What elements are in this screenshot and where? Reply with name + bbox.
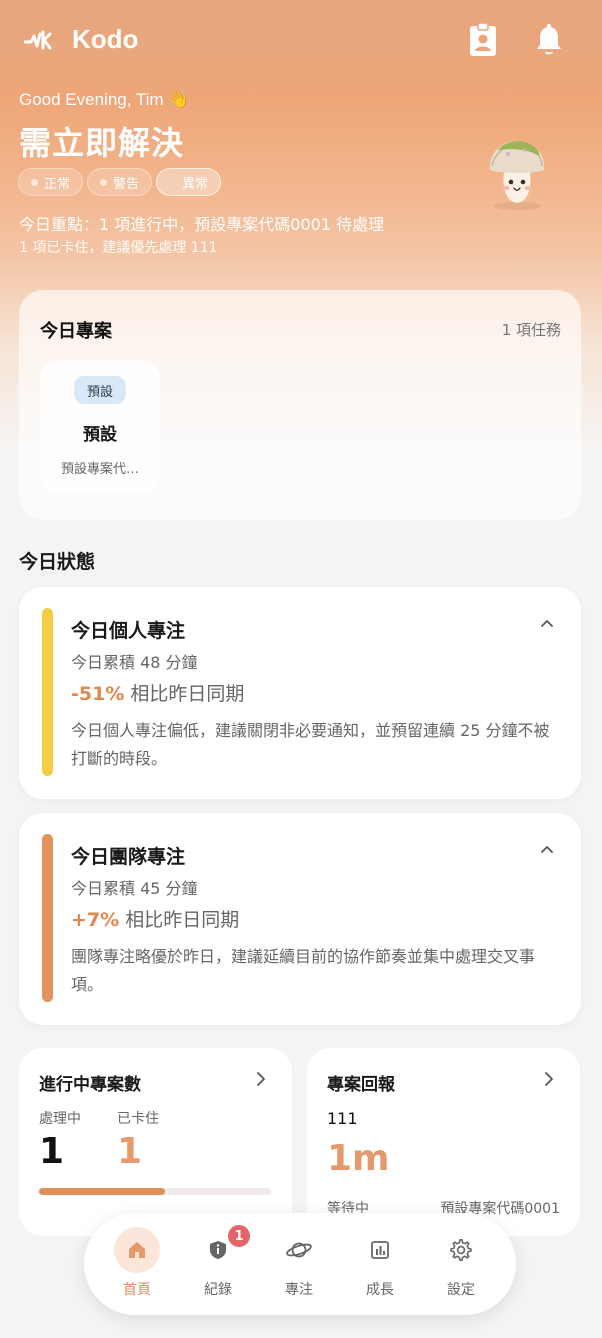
projects-card-title: 今日專案: [40, 321, 112, 342]
focus-advice: 今日個人專注偏低，建議關閉非必要通知，並預留連續 25 分鐘不被打斷的時段。: [71, 721, 550, 768]
focus-card-title: 今日團隊專注: [71, 846, 186, 868]
chip-warning[interactable]: 警告: [87, 168, 153, 196]
tab-home[interactable]: 首頁: [107, 1227, 167, 1303]
project-name: 預設: [83, 425, 117, 445]
report-title: 專案回報: [327, 1075, 395, 1095]
status-filter-chips: 正常 警告 異常: [18, 168, 222, 196]
bell-icon[interactable]: [533, 22, 565, 58]
project-tile[interactable]: 預設 預設 預設專案代…: [40, 360, 160, 494]
status-dot-icon: [169, 178, 177, 186]
status-section-title: 今日狀態: [19, 551, 96, 573]
mushroom-mascot-icon: [489, 140, 545, 210]
accent-bar: [42, 834, 53, 1002]
bottom-tab-bar: 首頁 1 紀錄 專注 成長 設定: [84, 1213, 516, 1315]
notification-badge: 1: [226, 1223, 252, 1249]
tab-icon-container: [276, 1227, 322, 1273]
app-name: Kodo: [72, 24, 139, 54]
stuck-count: 1: [117, 1131, 143, 1172]
tab-settings[interactable]: 設定: [431, 1227, 491, 1303]
in-progress-label: 處理中: [39, 1111, 81, 1127]
personal-focus-card[interactable]: 今日個人專注 今日累積 48 分鐘 -51% 相比昨日同期 今日個人專注偏低，建議…: [19, 587, 581, 799]
project-progress-fill: [39, 1188, 165, 1195]
focus-change-suffix: 相比昨日同期: [130, 683, 245, 705]
focus-card-title: 今日個人專注: [71, 620, 186, 642]
report-elapsed: 1m: [327, 1138, 390, 1179]
project-code: 預設專案代…: [60, 462, 139, 477]
tab-records[interactable]: 1 紀錄: [188, 1223, 252, 1303]
active-projects-title: 進行中專案數: [39, 1075, 141, 1095]
tab-icon-container: [438, 1227, 484, 1273]
chevron-right-icon[interactable]: [542, 1071, 556, 1087]
tab-icon-container: [114, 1227, 160, 1273]
tab-label: 專注: [285, 1282, 313, 1298]
chevron-up-icon[interactable]: [539, 841, 555, 857]
focus-total: 今日累積 48 分鐘: [71, 653, 198, 672]
tab-focus[interactable]: 專注: [269, 1227, 329, 1303]
focus-change-suffix: 相比昨日同期: [125, 909, 240, 931]
team-focus-card[interactable]: 今日團隊專注 今日累積 45 分鐘 +7% 相比昨日同期 團隊專注略優於昨日，建議…: [19, 813, 581, 1025]
chevron-right-icon[interactable]: [254, 1071, 268, 1087]
chip-abnormal[interactable]: 異常: [156, 168, 222, 196]
status-dot-icon: [31, 178, 38, 186]
page-headline: 需立即解決: [19, 124, 185, 162]
accent-bar: [42, 608, 53, 776]
chevron-up-icon[interactable]: [539, 615, 555, 631]
greeting-text: Good Evening, Tim 👋: [19, 90, 190, 109]
tab-label: 首頁: [123, 1282, 151, 1298]
summary-line-primary: 今日重點：1 項進行中，預設專案代碼0001 待處理: [19, 215, 385, 234]
focus-comparison: +7% 相比昨日同期: [71, 905, 239, 932]
focus-change-percent: +7%: [71, 909, 120, 931]
project-tag: 預設: [74, 376, 126, 404]
project-progress-bar: [39, 1188, 271, 1195]
status-dot-icon: [100, 178, 108, 186]
id-badge-icon[interactable]: [467, 22, 499, 58]
gear-icon: [450, 1238, 472, 1261]
top-bar: Kodo: [0, 18, 602, 64]
focus-change-percent: -51%: [71, 683, 125, 705]
project-report-card[interactable]: 專案回報 111 1m 等待中 預設專案代碼0001: [307, 1048, 580, 1236]
active-projects-card[interactable]: 進行中專案數 處理中 已卡住 1 1: [19, 1048, 292, 1236]
focus-advice: 團隊專注略優於昨日，建議延續目前的協作節奏並集中處理交叉事項。: [71, 947, 536, 994]
chart-icon: [371, 1241, 389, 1259]
tab-label: 設定: [447, 1282, 475, 1298]
stuck-label: 已卡住: [117, 1111, 159, 1127]
kodo-logo-icon: [24, 30, 52, 50]
focus-total: 今日累積 45 分鐘: [71, 879, 198, 898]
tab-icon-container: [357, 1227, 403, 1273]
tab-label: 紀錄: [204, 1282, 232, 1298]
chip-label: 正常: [44, 176, 71, 192]
tab-growth[interactable]: 成長: [350, 1227, 410, 1303]
in-progress-count: 1: [39, 1131, 65, 1172]
chip-normal[interactable]: 正常: [18, 168, 84, 196]
report-id: 111: [327, 1109, 358, 1128]
shield-info-icon: [210, 1241, 226, 1259]
tab-label: 成長: [366, 1282, 394, 1298]
focus-comparison: -51% 相比昨日同期: [71, 679, 244, 706]
summary-line-secondary: 1 項已卡住，建議優先處理 111: [19, 240, 218, 256]
chip-label: 警告: [113, 176, 140, 192]
projects-task-count: 1 項任務: [501, 321, 561, 339]
planet-icon: [286, 1242, 312, 1258]
home-icon: [129, 1242, 145, 1258]
today-projects-card: 今日專案 1 項任務 預設 預設 預設專案代…: [19, 290, 581, 520]
chip-label: 異常: [182, 176, 209, 192]
